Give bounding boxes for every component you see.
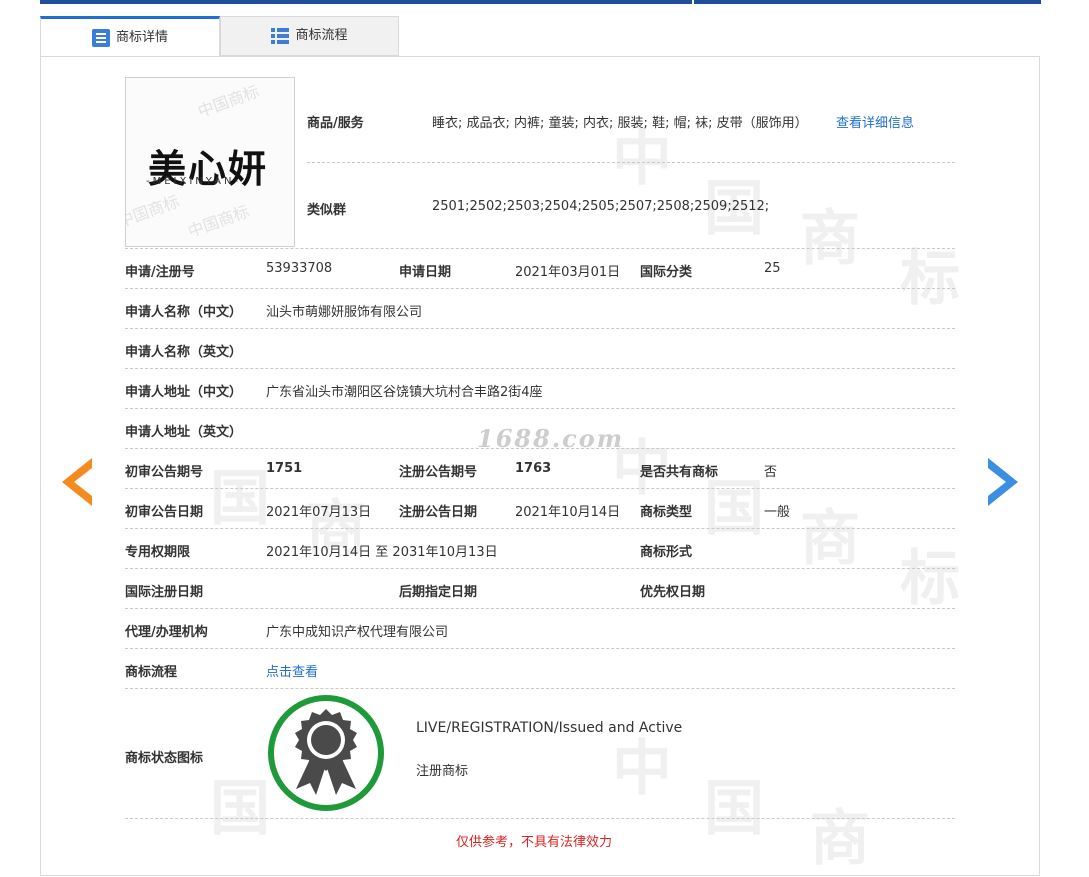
validity-label: 专用权期限 (125, 545, 191, 560)
applicant-en-label: 申请人名称（英文） (125, 345, 243, 360)
divider (125, 248, 955, 249)
background-watermark: 标 (900, 544, 960, 614)
prelim-no-value: 1751 (266, 461, 303, 476)
validity-value: 2021年10月14日 至 2031年10月13日 (266, 545, 498, 560)
intl-reg-date-label: 国际注册日期 (125, 585, 204, 600)
divider (125, 688, 955, 689)
prelim-date-value: 2021年07月13日 (266, 505, 372, 520)
apply-date-label: 申请日期 (399, 265, 452, 280)
logo-watermark: 中国商标 (125, 191, 182, 232)
background-watermark: 国 (704, 774, 764, 844)
apply-date-value: 2021年03月01日 (515, 265, 621, 280)
applicant-cn-value: 汕头市萌娜妍服饰有限公司 (266, 305, 423, 320)
grid-icon (271, 27, 290, 45)
address-en-label: 申请人地址（英文） (125, 425, 243, 440)
intl-class-value: 25 (764, 261, 781, 276)
top-bar (40, 0, 1041, 4)
prev-arrow-icon[interactable] (62, 458, 92, 506)
reg-pub-no-value: 1763 (515, 461, 552, 476)
agent-value: 广东中成知识产权代理有限公司 (266, 625, 449, 640)
view-details-link[interactable]: 查看详细信息 (836, 112, 914, 131)
goods-label: 商品/服务 (307, 116, 364, 131)
divider (125, 568, 955, 569)
view-flow-link[interactable]: 点击查看 (266, 661, 318, 680)
logo-watermark: 中国商标 (195, 81, 262, 122)
priority-date-label: 优先权日期 (640, 585, 706, 600)
intl-class-label: 国际分类 (640, 265, 693, 280)
applicant-cn-label: 申请人名称（中文） (125, 305, 243, 320)
tab-label: 商标详情 (115, 29, 168, 45)
divider (125, 608, 955, 609)
divider (125, 328, 955, 329)
tab-trademark-detail[interactable]: 商标详情 (40, 16, 220, 56)
trademark-image: 中国商标 中国商标 中国商标 美心妍 -MEIXINYAN- (125, 77, 295, 247)
prelim-date-label: 初审公告日期 (125, 505, 204, 520)
registered-badge-icon (266, 693, 386, 817)
reg-pub-no-label: 注册公告期号 (399, 465, 478, 480)
logo-watermark: 中国商标 (185, 201, 252, 242)
logo-text-en: -MEIXINYAN- (146, 176, 242, 187)
divider (125, 648, 955, 649)
divider (125, 528, 955, 529)
tm-form-label: 商标形式 (640, 545, 693, 560)
status-text-en: LIVE/REGISTRATION/Issued and Active (416, 720, 683, 736)
goods-text: 睡衣; 成品衣; 内裤; 童装; 内衣; 服装; 鞋; 帽; 袜; 皮带（服饰用… (432, 116, 808, 131)
divider (125, 288, 955, 289)
prelim-no-label: 初审公告期号 (125, 465, 204, 480)
reg-no-label: 申请/注册号 (125, 265, 195, 280)
shared-value: 否 (764, 465, 778, 480)
status-icon-label: 商标状态图标 (125, 751, 204, 766)
divider (125, 448, 955, 449)
divider (125, 488, 955, 489)
reg-no-value: 53933708 (266, 261, 333, 276)
tab-trademark-flow[interactable]: 商标流程 (220, 16, 399, 56)
similar-group-label: 类似群 (307, 203, 347, 218)
top-bar-notch (692, 0, 694, 4)
background-watermark: 商 (800, 204, 860, 274)
flow-label: 商标流程 (125, 665, 178, 680)
status-text-cn: 注册商标 (416, 764, 469, 779)
background-watermark: 商 (810, 804, 870, 874)
tab-label: 商标流程 (295, 28, 348, 43)
background-watermark: 标 (900, 244, 960, 314)
background-watermark: 商 (800, 504, 860, 574)
later-designation-label: 后期指定日期 (399, 585, 478, 600)
address-cn-label: 申请人地址（中文） (125, 385, 243, 400)
background-watermark: 国 (210, 464, 270, 534)
next-arrow-icon[interactable] (988, 458, 1018, 506)
divider (307, 162, 955, 163)
background-watermark: 国 (210, 774, 270, 844)
address-cn-value: 广东省汕头市潮阳区谷饶镇大坑村合丰路2街4座 (266, 385, 543, 400)
list-icon (91, 28, 110, 47)
divider (125, 818, 955, 819)
shared-label: 是否共有商标 (640, 465, 719, 480)
similar-group-value: 2501;2502;2503;2504;2505;2507;2508;2509;… (432, 199, 770, 214)
goods-value: 睡衣; 成品衣; 内裤; 童装; 内衣; 服装; 鞋; 帽; 袜; 皮带（服饰用… (432, 112, 808, 131)
reg-pub-date-label: 注册公告日期 (399, 505, 478, 520)
reg-pub-date-value: 2021年10月14日 (515, 505, 621, 520)
divider (125, 368, 955, 369)
tm-type-value: 一般 (764, 505, 791, 520)
tm-type-label: 商标类型 (640, 505, 693, 520)
disclaimer: 仅供参考，不具有法律效力 (456, 835, 613, 850)
agent-label: 代理/办理机构 (125, 625, 208, 640)
divider (125, 408, 955, 409)
